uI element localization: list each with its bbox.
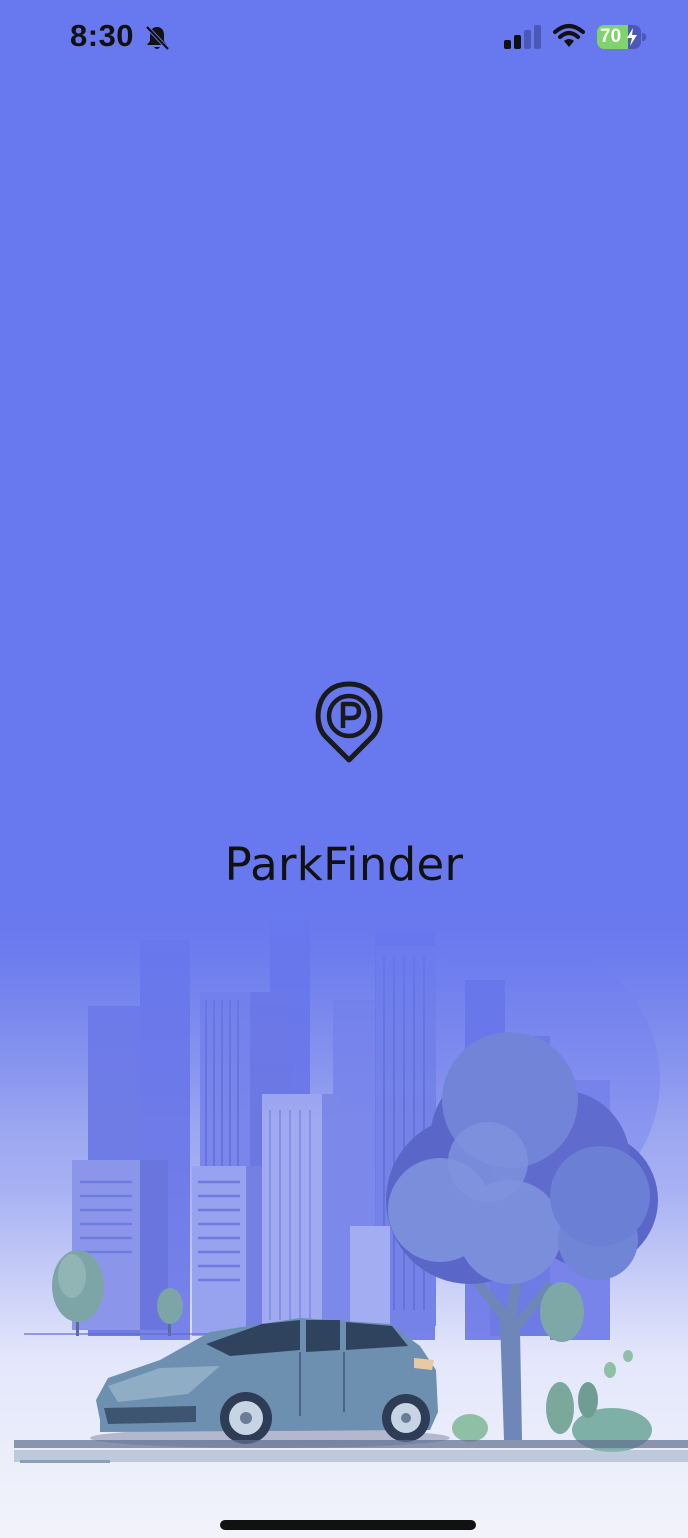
wifi-icon bbox=[553, 24, 585, 47]
bell-slash-icon bbox=[145, 25, 170, 51]
battery-percent: 70 bbox=[600, 26, 622, 47]
home-indicator[interactable] bbox=[220, 1520, 476, 1530]
status-bar: 8:30 70 bbox=[0, 0, 688, 80]
splash-screen: 8:30 70 ParkFinder bbox=[0, 0, 688, 1538]
city-car-tree-illustration bbox=[0, 900, 688, 1538]
battery-charging-icon: 70 bbox=[597, 25, 647, 49]
app-title: ParkFinder bbox=[224, 838, 464, 891]
parking-pin-icon bbox=[315, 681, 383, 763]
status-time: 8:30 bbox=[70, 18, 135, 53]
cellular-signal-icon bbox=[504, 25, 541, 49]
